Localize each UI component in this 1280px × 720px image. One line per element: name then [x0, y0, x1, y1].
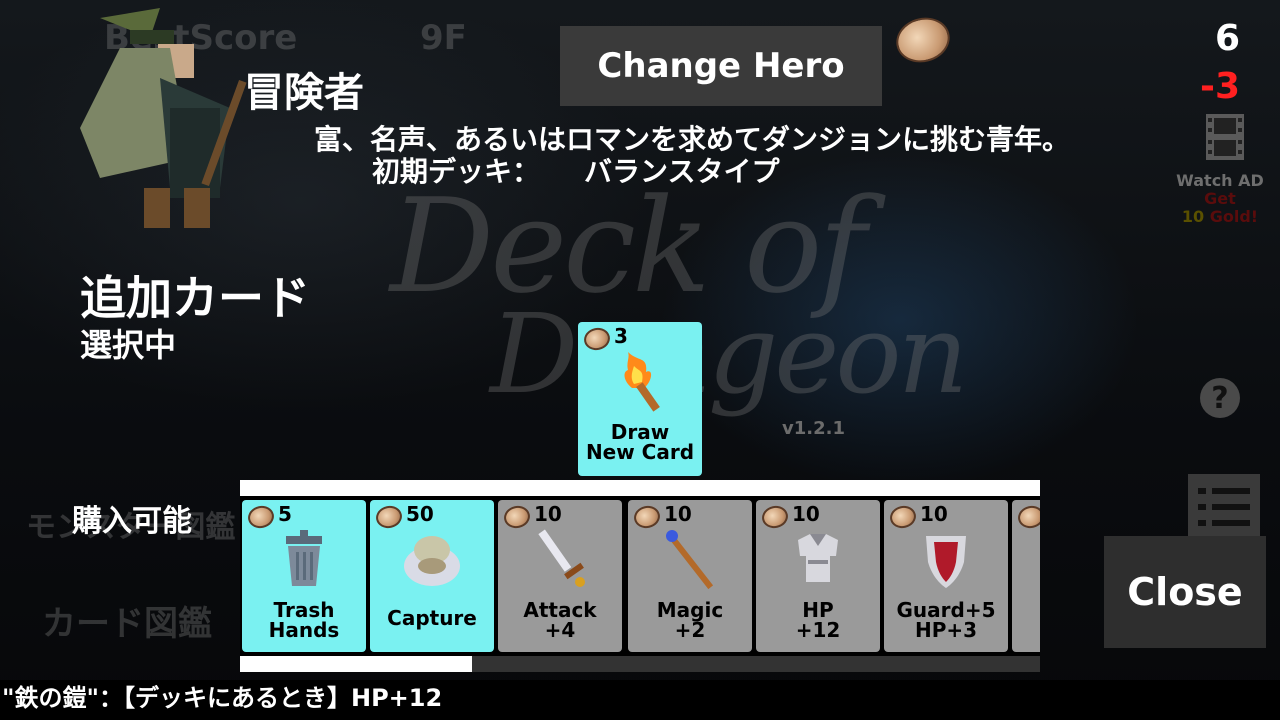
trash-can-icon [286, 530, 322, 586]
card-cost: 3 [614, 324, 628, 348]
shop-scrollbar-thumb[interactable] [240, 656, 472, 672]
card-cost: 10 [792, 502, 820, 526]
card-label: Capture [387, 606, 477, 630]
shop-card-partial[interactable] [1012, 500, 1040, 652]
staff-icon [666, 530, 714, 590]
shop-shelf-top [240, 480, 1040, 496]
hero-name: 冒険者 [244, 70, 364, 116]
card-label: Guard+5 HP+3 [896, 598, 996, 642]
watch-ad-get: Get [1204, 189, 1236, 208]
deck-type: バランスタイプ [584, 155, 780, 188]
shop-card-hp[interactable]: 10 HP +12 [756, 500, 880, 652]
shield-icon [926, 536, 966, 588]
close-button[interactable]: Close [1104, 536, 1266, 648]
card-cost: 10 [664, 502, 692, 526]
watch-ad-gold: Gold! [1209, 207, 1259, 226]
watch-ad-amount: 10 [1181, 207, 1205, 226]
torch-icon [624, 352, 660, 412]
card-cost: 10 [534, 502, 562, 526]
shop-card-attack[interactable]: 10 Attack +4 [498, 500, 622, 652]
card-label: HP +12 [795, 598, 841, 642]
change-hero-button[interactable]: Change Hero [560, 26, 882, 106]
shop-card-guard[interactable]: 10 Guard+5 HP+3 [884, 500, 1008, 652]
version-label: v1.2.1 [782, 418, 845, 439]
selected-card-draw[interactable]: 3 Draw New Card [578, 322, 702, 476]
help-icon[interactable]: ? [1200, 378, 1240, 418]
coin-icon [1015, 503, 1040, 531]
card-description-bar: "鉄の鎧"：【デッキにあるとき】HP+12 [0, 680, 1280, 720]
shop-card-magic[interactable]: 10 Magic +2 [628, 500, 752, 652]
purchasable-label: 購入可能 [72, 504, 192, 539]
watch-ad-label: Watch AD [1176, 171, 1264, 190]
card-label: Trash Hands [268, 598, 340, 642]
ghost-card-book: カード図鑑 [42, 604, 212, 644]
shop-card-list[interactable]: 5 Trash Hands 50 Capture 10 Attack +4 10… [240, 496, 1040, 656]
gold-delta: -3 [1200, 66, 1240, 107]
adventurer-sprite [80, 8, 247, 228]
shop-card-trash-hands[interactable]: 5 Trash Hands [242, 500, 366, 652]
card-label: Draw New Card [585, 420, 695, 464]
watch-ad-button[interactable]: Watch AD Get 10 Gold! [1170, 172, 1270, 226]
sword-icon [538, 529, 585, 587]
gold-count: 6 [1214, 18, 1240, 59]
deck-label: 初期デッキ： [372, 155, 541, 188]
shop-scrollbar[interactable] [240, 656, 1040, 672]
card-cost: 10 [920, 502, 948, 526]
card-label: Attack +4 [523, 598, 597, 642]
added-card-status: 選択中 [80, 326, 177, 364]
ghost-floor: 9F [420, 18, 467, 58]
list-icon[interactable] [1188, 474, 1260, 544]
initial-deck-row: 初期デッキ： バランスタイプ [372, 150, 779, 190]
card-label: Magic +2 [656, 598, 724, 642]
card-cost: 50 [406, 502, 434, 526]
capture-bag-icon [404, 536, 460, 586]
added-card-title: 追加カード [80, 271, 310, 325]
armor-icon [798, 534, 838, 582]
logo-dungeon: Dungeon [490, 290, 968, 418]
shop-card-capture[interactable]: 50 Capture [370, 500, 494, 652]
card-cost: 5 [278, 502, 292, 526]
film-icon[interactable] [1206, 114, 1244, 160]
